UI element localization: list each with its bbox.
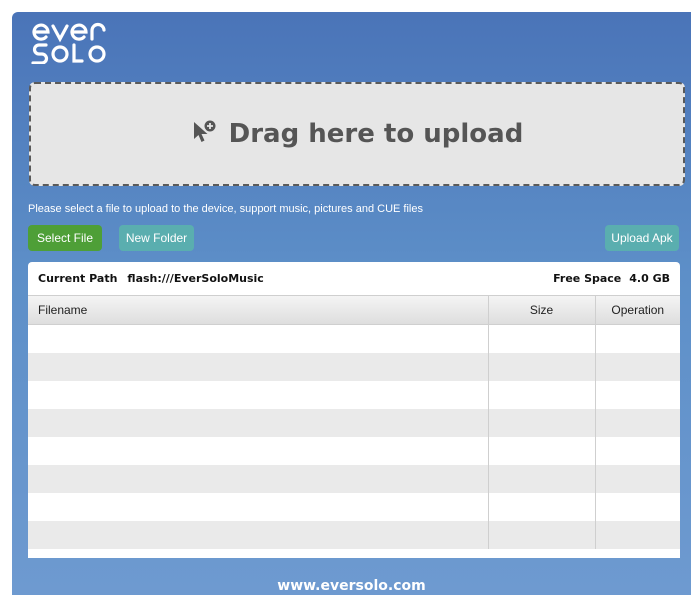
- cell-filename: [28, 324, 488, 353]
- cell-operation: [594, 324, 680, 353]
- table-row: [28, 353, 680, 381]
- current-path-value: flash:///EverSoloMusic: [127, 272, 264, 285]
- eversolo-logo: [31, 22, 106, 64]
- table-row: [28, 324, 680, 353]
- dropzone-content: Drag here to upload: [191, 119, 524, 149]
- cell-size: [487, 493, 595, 521]
- column-header-size[interactable]: Size: [487, 296, 595, 325]
- cell-size: [487, 381, 595, 409]
- cell-operation: [594, 437, 680, 465]
- current-path-label: Current Path: [38, 272, 118, 285]
- cell-size: [487, 465, 595, 493]
- cell-operation: [594, 381, 680, 409]
- dropzone-label: Drag here to upload: [228, 119, 524, 149]
- table-row: [28, 381, 680, 409]
- file-table: Filename Size Operation: [28, 296, 680, 549]
- cell-operation: [594, 493, 680, 521]
- table-row: [28, 493, 680, 521]
- upload-hint: Please select a file to upload to the de…: [28, 203, 423, 215]
- column-header-operation[interactable]: Operation: [594, 296, 680, 325]
- cursor-add-icon: [193, 120, 216, 142]
- table-header-row: Filename Size Operation: [28, 296, 680, 325]
- cell-filename: [28, 521, 488, 549]
- path-bar: Current Path flash:///EverSoloMusic Free…: [28, 262, 680, 296]
- cell-operation: [594, 521, 680, 549]
- page: Drag here to upload Please select a file…: [12, 12, 691, 595]
- table-row: [28, 521, 680, 549]
- file-panel: Current Path flash:///EverSoloMusic Free…: [28, 262, 680, 558]
- table-row: [28, 409, 680, 437]
- cell-filename: [28, 493, 488, 521]
- cell-size: [487, 521, 595, 549]
- footer-url[interactable]: www.eversolo.com: [12, 578, 691, 594]
- cell-size: [487, 324, 595, 353]
- cell-filename: [28, 437, 488, 465]
- free-space-label: Free Space: [553, 272, 622, 285]
- cell-operation: [594, 409, 680, 437]
- upload-apk-button[interactable]: Upload Apk: [605, 225, 679, 251]
- cell-filename: [28, 409, 488, 437]
- cell-size: [487, 409, 595, 437]
- cell-operation: [594, 353, 680, 381]
- cell-filename: [28, 381, 488, 409]
- table-row: [28, 465, 680, 493]
- cell-size: [487, 437, 595, 465]
- cell-filename: [28, 465, 488, 493]
- new-folder-button[interactable]: New Folder: [119, 225, 194, 251]
- table-row: [28, 437, 680, 465]
- select-file-button[interactable]: Select File: [28, 225, 102, 251]
- free-space-value: 4.0 GB: [629, 272, 670, 285]
- upload-dropzone[interactable]: Drag here to upload: [29, 82, 685, 186]
- cell-filename: [28, 353, 488, 381]
- column-header-filename[interactable]: Filename: [28, 296, 488, 325]
- cell-operation: [594, 465, 680, 493]
- cell-size: [487, 353, 595, 381]
